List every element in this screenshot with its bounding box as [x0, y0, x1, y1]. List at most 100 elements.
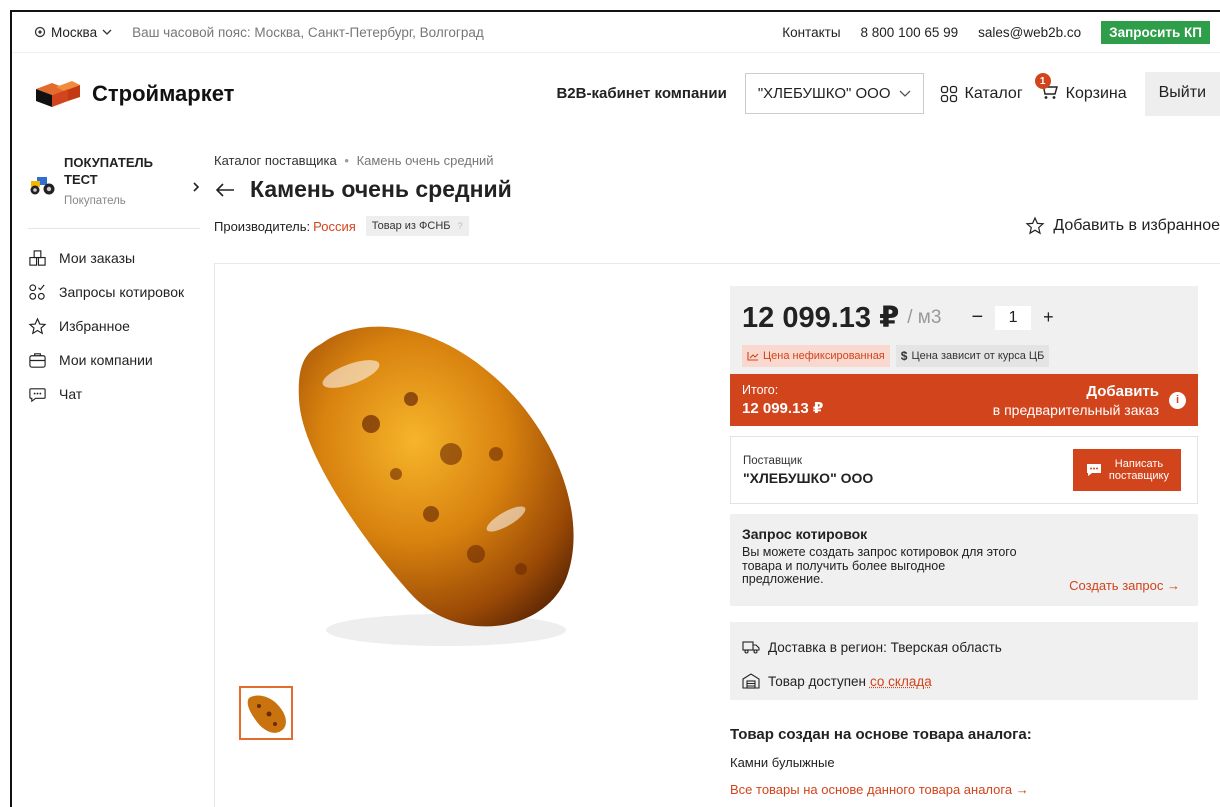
- cart-count-badge: 1: [1034, 73, 1051, 89]
- truck-icon: [742, 641, 760, 654]
- quote-title: Запрос котировок: [742, 526, 868, 542]
- add-to-preorder-bar[interactable]: Итого: 12 099.13 ₽ Добавить в предварите…: [730, 374, 1198, 426]
- cart-button[interactable]: 1 Корзина: [1034, 73, 1127, 105]
- write-supplier-line1: Написать: [1114, 458, 1164, 470]
- fsnb-tag-label: Товар из ФСНБ: [371, 220, 451, 232]
- increase-button[interactable]: +: [1043, 307, 1054, 328]
- app-frame: Москва Ваш часовой пояс: Москва, Санкт-П…: [10, 10, 1220, 807]
- delivery-region-row: Доставка в регион: Тверская область: [742, 634, 1186, 660]
- dollar-icon: $: [900, 349, 908, 363]
- top-bar: Москва Ваш часовой пояс: Москва, Санкт-П…: [12, 12, 1220, 52]
- user-role: Покупатель: [64, 195, 126, 207]
- price-line: 12 099.13 ₽ / м3 − 1 +: [742, 300, 1186, 335]
- product-card: 12 099.13 ₽ / м3 − 1 + Цена нефиксирован…: [214, 263, 1220, 807]
- supplier-caption: Поставщик: [743, 454, 802, 467]
- breadcrumb-parent-link[interactable]: Каталог поставщика: [214, 153, 337, 168]
- unfixed-price-chip: Цена нефиксированная: [742, 345, 890, 367]
- quotes-icon: [29, 283, 45, 300]
- company-select[interactable]: "ХЛЕБУШКО" ООО: [744, 73, 924, 114]
- analog-name: Камни булыжные: [730, 755, 835, 770]
- product-thumbnail[interactable]: [239, 686, 293, 740]
- rate-dependent-chip: $ Цена зависит от курса ЦБ: [895, 345, 1050, 367]
- fsnb-tag[interactable]: Товар из ФСНБ ?: [365, 216, 469, 236]
- logout-button[interactable]: Выйти: [1144, 71, 1220, 116]
- manufacturer-link[interactable]: Россия: [313, 219, 356, 234]
- catalog-button[interactable]: Каталог: [940, 85, 1023, 103]
- city-selector[interactable]: Москва: [34, 25, 112, 40]
- chat-bubble-icon: [1086, 464, 1101, 476]
- chat-icon: [29, 387, 46, 402]
- chevron-down-icon: [899, 90, 910, 97]
- add-to-preorder-line1: Добавить: [1086, 382, 1159, 400]
- request-kp-button[interactable]: Запросить КП: [1101, 20, 1210, 44]
- quote-text: Вы можете создать запрос котировок для э…: [742, 545, 1017, 586]
- star-icon: [28, 316, 47, 335]
- main-content: Каталог поставщика • Камень очень средни…: [214, 136, 1220, 807]
- user-profile[interactable]: ПОКУПАТЕЛЬ ТЕСТ Покупатель: [28, 136, 200, 229]
- sidebar-item-label: Избранное: [59, 318, 130, 334]
- sidebar: ПОКУПАТЕЛЬ ТЕСТ Покупатель Мои заказы За…: [12, 136, 202, 411]
- quantity-stepper: − 1 +: [971, 305, 1054, 330]
- add-to-favorites-button[interactable]: Добавить в избранное: [1025, 216, 1220, 236]
- analog-title: Товар создан на основе товара аналога:: [730, 726, 1032, 743]
- thumbnail-image: [247, 695, 286, 733]
- contacts-link[interactable]: Контакты: [782, 25, 840, 40]
- supplier-info: Поставщик "ХЛЕБУШКО" ООО: [743, 455, 873, 486]
- quote-request-card: Запрос котировок Вы можете создать запро…: [730, 514, 1198, 606]
- availability-prefix: Товар доступен: [768, 673, 866, 689]
- availability-row: Товар доступен со склада: [742, 668, 1186, 694]
- supplier-card: Поставщик "ХЛЕБУШКО" ООО Написать постав…: [730, 436, 1198, 504]
- back-arrow-icon[interactable]: [214, 182, 236, 198]
- tractor-avatar-icon: [30, 177, 55, 195]
- delivery-card: Доставка в регион: Тверская область Това…: [730, 622, 1198, 700]
- sidebar-item-quotes[interactable]: Запросы котировок: [28, 275, 202, 309]
- manufacturer-label: Производитель:: [214, 218, 311, 234]
- chart-trend-icon: [747, 352, 759, 361]
- price-unit: / м3: [907, 306, 942, 328]
- decrease-button[interactable]: −: [971, 306, 983, 329]
- breadcrumb: Каталог поставщика • Камень очень средни…: [214, 153, 1220, 168]
- user-name-line1: ПОКУПАТЕЛЬ: [64, 155, 153, 170]
- sidebar-item-label: Чат: [59, 386, 83, 402]
- price-value: 12 099.13 ₽: [742, 302, 900, 334]
- b2b-cabinet-label: B2B-кабинет компании: [556, 85, 727, 102]
- timezone-text: Ваш часовой пояс: Москва, Санкт-Петербур…: [132, 24, 484, 40]
- location-pin-icon: [34, 26, 46, 38]
- user-name-line2: ТЕСТ: [64, 172, 98, 187]
- main-header: Строймаркет B2B-кабинет компании "ХЛЕБУШ…: [12, 52, 1220, 134]
- write-supplier-line2: поставщику: [1108, 470, 1169, 482]
- write-supplier-button[interactable]: Написать поставщику: [1072, 449, 1181, 491]
- sidebar-item-orders[interactable]: Мои заказы: [28, 241, 202, 275]
- sidebar-item-favorites[interactable]: Избранное: [28, 309, 202, 343]
- phone-link[interactable]: 8 800 100 65 99: [861, 25, 959, 40]
- warehouse-link[interactable]: со склада: [870, 674, 932, 689]
- chevron-right-icon: [193, 182, 200, 192]
- breadcrumb-separator: •: [344, 153, 349, 168]
- email-link[interactable]: sales@web2b.co: [978, 25, 1081, 40]
- price-card: 12 099.13 ₽ / м3 − 1 + Цена нефиксирован…: [730, 286, 1198, 426]
- breadcrumb-current: Камень очень средний: [356, 153, 494, 168]
- catalog-label: Каталог: [964, 84, 1023, 102]
- sidebar-item-chat[interactable]: Чат: [28, 377, 202, 411]
- cart-icon-wrap: 1: [1034, 73, 1059, 105]
- add-to-preorder-button[interactable]: Добавить в предварительный заказ: [993, 382, 1159, 419]
- total-caption: Итого:: [742, 383, 779, 397]
- logo-text: Строймаркет: [92, 80, 235, 106]
- city-label: Москва: [51, 24, 98, 40]
- unfixed-price-label: Цена нефиксированная: [763, 350, 885, 362]
- sidebar-item-companies[interactable]: Мои компании: [28, 343, 202, 377]
- price-chips: Цена нефиксированная $ Цена зависит от к…: [742, 345, 1186, 374]
- create-quote-link[interactable]: Создать запрос →: [1069, 578, 1180, 593]
- logo[interactable]: Строймаркет: [34, 79, 234, 109]
- write-supplier-text: Написать поставщику: [1109, 458, 1169, 482]
- briefcase-icon: [29, 352, 46, 368]
- delivery-region-text: Доставка в регион: Тверская область: [768, 639, 1002, 655]
- orders-icon: [29, 249, 46, 266]
- sidebar-item-label: Запросы котировок: [59, 284, 185, 300]
- product-image[interactable]: [281, 304, 601, 664]
- sidebar-item-label: Мои заказы: [59, 250, 136, 266]
- logo-mark-icon: [36, 80, 80, 107]
- info-icon[interactable]: i: [1169, 391, 1186, 409]
- analog-products-link[interactable]: Все товары на основе данного товара анал…: [730, 782, 1198, 797]
- quantity-input[interactable]: 1: [995, 305, 1032, 330]
